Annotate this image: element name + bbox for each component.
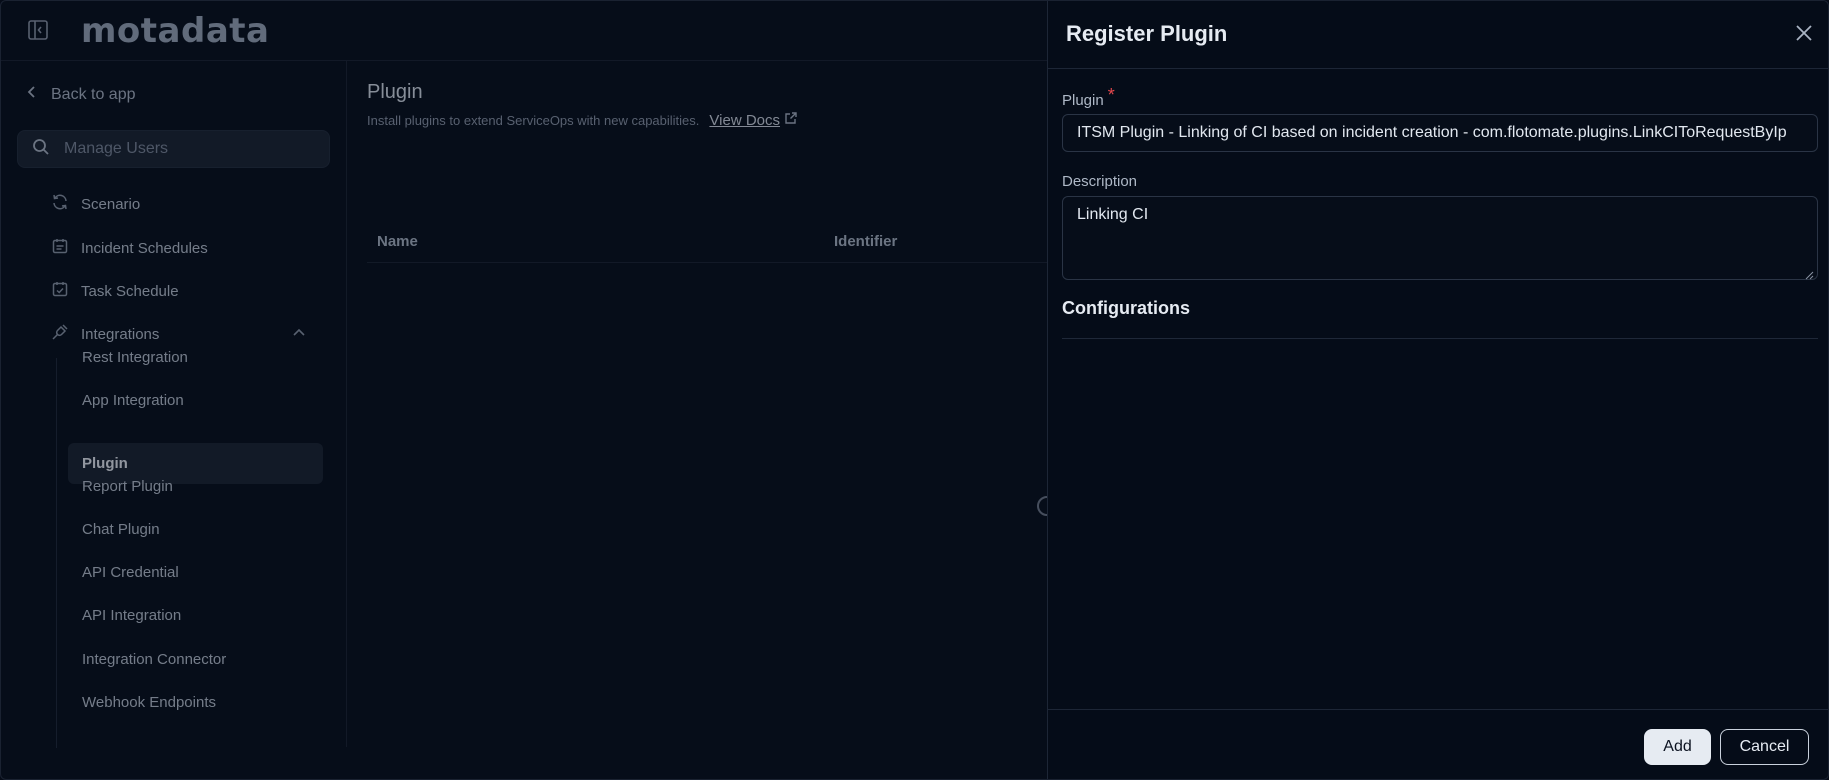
configurations-heading: Configurations [1062, 298, 1190, 318]
sidebar-collapse-icon[interactable] [27, 19, 49, 41]
sidebar-item-task-schedule[interactable]: Task Schedule [51, 279, 179, 303]
table-header: Name Identifier [367, 223, 1047, 263]
resize-grip-icon[interactable] [1805, 267, 1814, 280]
plugin-select-value: ITSM Plugin - Linking of CI based on inc… [1077, 124, 1787, 141]
external-link-icon [784, 111, 798, 129]
view-docs-label: View Docs [709, 111, 780, 129]
drawer-header: Register Plugin [1048, 1, 1828, 69]
column-header-identifier[interactable]: Identifier [834, 233, 897, 250]
description-field-label: Description [1062, 173, 1138, 190]
page-title: Plugin [367, 81, 423, 103]
view-docs-link[interactable]: View Docs [709, 111, 798, 129]
sidebar-item-label: Scenario [81, 195, 141, 213]
register-plugin-drawer: Register Plugin Plugin * ITSM Plugin - Li… [1047, 1, 1828, 779]
chevron-left-icon [27, 85, 37, 104]
sidebar-item-chat-plugin[interactable]: Chat Plugin [68, 509, 323, 550]
sidebar-item-rest-integration[interactable]: Rest Integration [68, 337, 323, 378]
description-value: Linking CI [1077, 206, 1149, 223]
sidebar-item-app-integration[interactable]: App Integration [68, 380, 323, 421]
drawer-footer: Add Cancel [1048, 709, 1828, 779]
close-icon[interactable] [1793, 22, 1815, 44]
back-to-app-link[interactable]: Back to app [27, 85, 136, 104]
sidebar-item-incident-schedules[interactable]: Incident Schedules [51, 236, 208, 260]
tree-line [56, 358, 57, 748]
sidebar-item-webhook-endpoints[interactable]: Webhook Endpoints [68, 682, 323, 723]
search-input[interactable] [64, 140, 304, 158]
plug-icon [51, 323, 69, 345]
plugin-select[interactable]: ITSM Plugin - Linking of CI based on inc… [1062, 114, 1818, 152]
sidebar: Back to app Scenario Incident Schedules [1, 61, 347, 748]
calendar-list-icon [51, 237, 69, 259]
back-to-app-label: Back to app [51, 85, 136, 103]
sidebar-item-api-credential[interactable]: API Credential [68, 552, 323, 593]
sidebar-item-label: Incident Schedules [81, 239, 208, 257]
cancel-button[interactable]: Cancel [1720, 729, 1809, 765]
page-subtitle: Install plugins to extend ServiceOps wit… [367, 111, 798, 129]
sidebar-item-api-integration[interactable]: API Integration [68, 595, 323, 636]
refresh-icon [51, 193, 69, 215]
plugin-field-label: Plugin * [1062, 85, 1115, 110]
sidebar-item-label: Task Schedule [81, 282, 179, 300]
required-marker: * [1107, 85, 1115, 105]
calendar-check-icon [51, 280, 69, 302]
sidebar-item-scenario[interactable]: Scenario [51, 192, 140, 216]
column-header-name[interactable]: Name [377, 233, 418, 250]
description-textarea[interactable]: Linking CI [1062, 196, 1818, 280]
app-logo: motadata [81, 11, 270, 51]
search-box[interactable] [17, 130, 330, 168]
sidebar-item-integration-connector[interactable]: Integration Connector [68, 639, 323, 680]
divider [1062, 338, 1818, 339]
app-window: motadata Back to app Scenario [0, 0, 1829, 780]
page-subtitle-text: Install plugins to extend ServiceOps wit… [367, 112, 700, 128]
add-button[interactable]: Add [1644, 729, 1711, 765]
plugin-label-text: Plugin [1062, 92, 1104, 109]
sidebar-item-report-plugin[interactable]: Report Plugin [68, 466, 323, 507]
drawer-title: Register Plugin [1066, 21, 1228, 46]
search-icon [32, 138, 50, 161]
